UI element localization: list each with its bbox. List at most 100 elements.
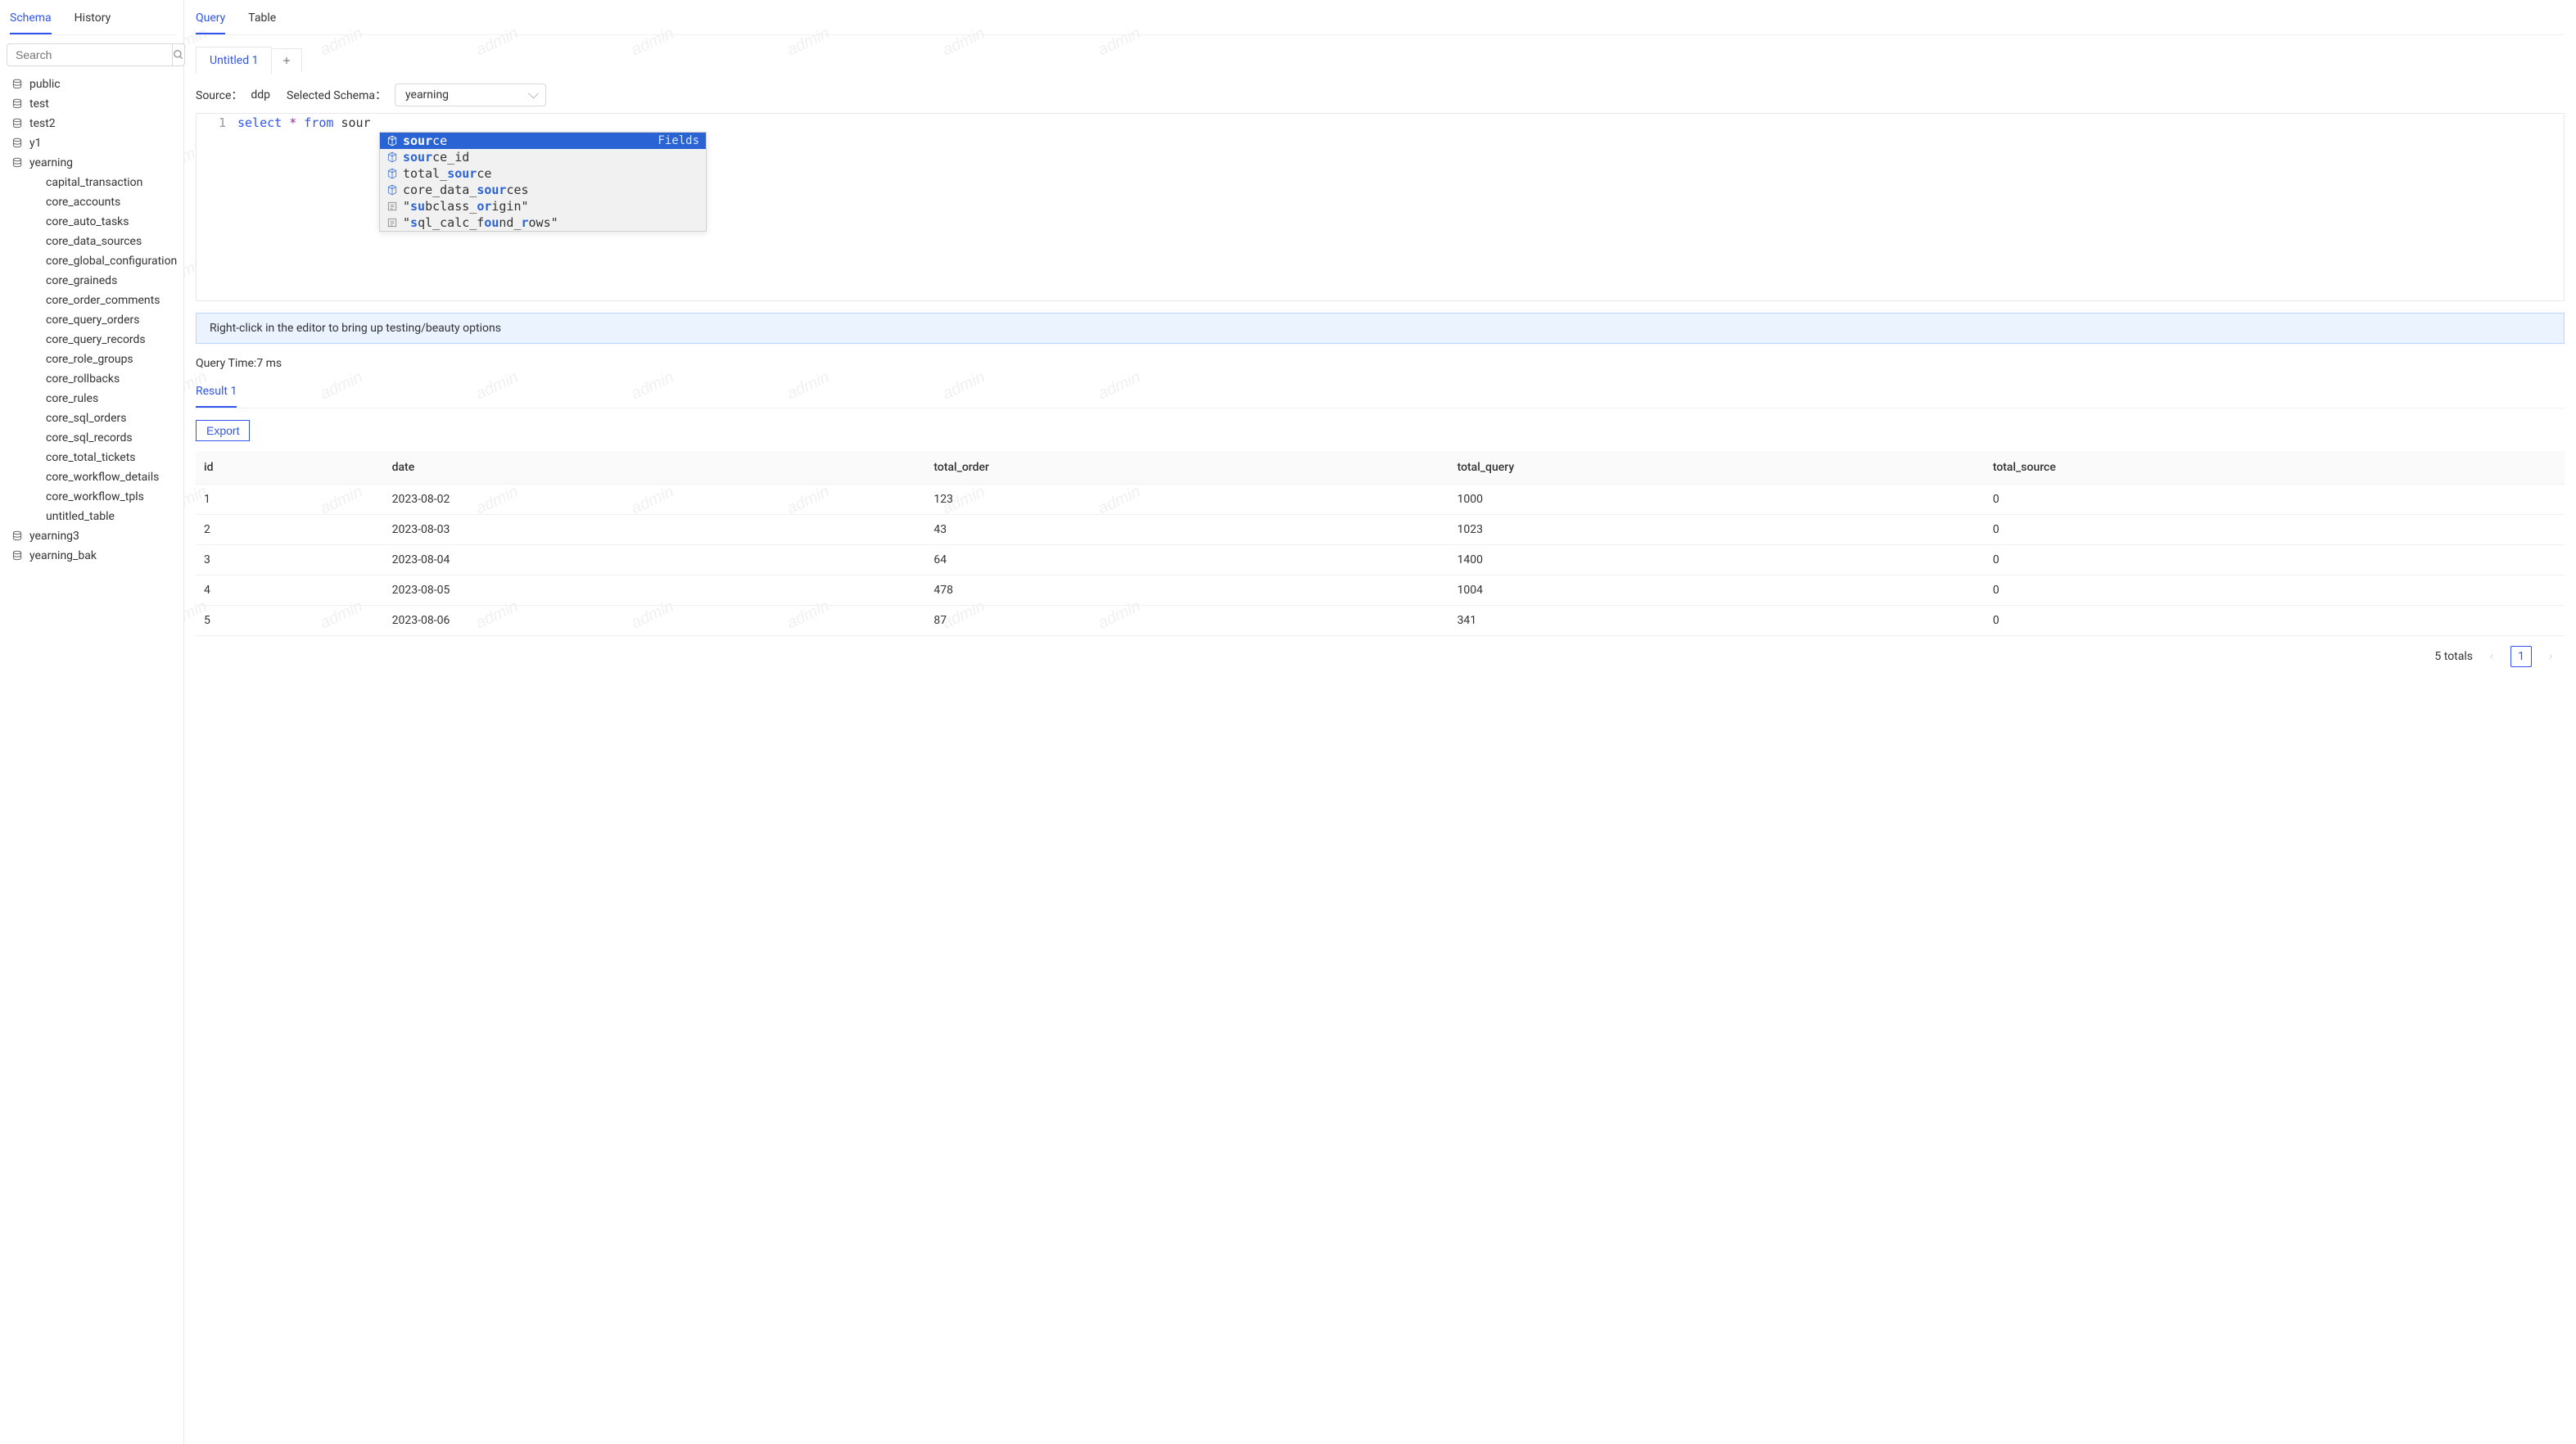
export-button[interactable]: Export xyxy=(196,420,250,441)
autocomplete-text: source_id xyxy=(403,150,469,165)
text-icon xyxy=(386,201,398,212)
table-item[interactable]: core_query_records xyxy=(7,330,177,350)
autocomplete-text: total_source xyxy=(403,166,491,181)
db-item[interactable]: test xyxy=(7,94,177,114)
cell: 2023-08-06 xyxy=(384,606,926,636)
result-tab-1[interactable]: Result 1 xyxy=(196,381,237,408)
table-row: 22023-08-034310230 xyxy=(196,515,2565,545)
cell: 2023-08-02 xyxy=(384,485,926,515)
autocomplete-item[interactable]: source_id xyxy=(380,149,706,165)
plus-icon xyxy=(282,56,291,65)
sql-editor[interactable]: 1 select * from sour sourceFieldssource_… xyxy=(196,113,2565,301)
db-name: yearning_bak xyxy=(29,549,97,562)
table-item[interactable]: core_workflow_tpls xyxy=(7,487,177,507)
table-name: core_global_configuration xyxy=(46,255,177,268)
column-header[interactable]: total_query xyxy=(1449,451,1985,485)
column-header[interactable]: total_order xyxy=(925,451,1448,485)
page-number[interactable]: 1 xyxy=(2510,646,2532,667)
field-icon xyxy=(386,151,398,163)
search-button[interactable] xyxy=(172,43,185,66)
tab-query[interactable]: Query xyxy=(196,7,225,34)
table-name: core_query_records xyxy=(46,333,146,346)
table-item[interactable]: core_total_tickets xyxy=(7,448,177,467)
autocomplete-text: "subclass_origin" xyxy=(403,199,529,214)
schema-value: yearning xyxy=(405,88,449,102)
table-item[interactable]: core_rules xyxy=(7,389,177,408)
table-item[interactable]: core_auto_tasks xyxy=(7,212,177,232)
table-item[interactable]: core_workflow_details xyxy=(7,467,177,487)
table-item[interactable]: core_sql_orders xyxy=(7,408,177,428)
autocomplete-item[interactable]: "sql_calc_found_rows" xyxy=(380,214,706,231)
table-item[interactable]: core_data_sources xyxy=(7,232,177,251)
column-header[interactable]: id xyxy=(196,451,384,485)
cell: 341 xyxy=(1449,606,1985,636)
table-name: core_workflow_details xyxy=(46,471,159,484)
chevron-right-icon xyxy=(2547,652,2555,661)
db-item[interactable]: yearning_bak xyxy=(7,546,177,566)
cell: 43 xyxy=(925,515,1448,545)
table-item[interactable]: core_global_configuration xyxy=(7,251,177,271)
table-item[interactable]: untitled_table xyxy=(7,507,177,526)
text-icon xyxy=(386,217,398,228)
cell: 0 xyxy=(1985,575,2565,606)
table-row: 32023-08-046414000 xyxy=(196,545,2565,575)
table-name: core_sql_orders xyxy=(46,412,126,425)
table-item[interactable]: core_rollbacks xyxy=(7,369,177,389)
schema-select[interactable]: yearning xyxy=(395,83,546,106)
table-item[interactable]: core_sql_records xyxy=(7,428,177,448)
cell: 4 xyxy=(196,575,384,606)
sidebar: Schema History publictesttest2y1yearning… xyxy=(0,0,184,1444)
database-icon xyxy=(11,98,23,110)
prev-page[interactable] xyxy=(2481,646,2502,667)
table-item[interactable]: core_order_comments xyxy=(7,291,177,310)
table-name: core_auto_tasks xyxy=(46,215,129,228)
cell: 478 xyxy=(925,575,1448,606)
pagination: 5 totals 1 xyxy=(196,636,2565,677)
search-icon xyxy=(173,49,184,61)
db-item[interactable]: yearning3 xyxy=(7,526,177,546)
db-item[interactable]: y1 xyxy=(7,133,177,153)
db-item[interactable]: test2 xyxy=(7,114,177,133)
db-item[interactable]: yearning xyxy=(7,153,177,173)
table-item[interactable]: core_graineds xyxy=(7,271,177,291)
db-name: test xyxy=(29,97,49,111)
autocomplete-text: core_data_sources xyxy=(403,183,529,197)
database-icon xyxy=(11,530,23,542)
cell: 1400 xyxy=(1449,545,1985,575)
tab-table[interactable]: Table xyxy=(248,7,276,34)
source-row: Source： ddp Selected Schema： yearning xyxy=(196,83,2565,106)
search-input[interactable] xyxy=(7,43,172,66)
tab-schema[interactable]: Schema xyxy=(10,11,52,34)
cell: 0 xyxy=(1985,545,2565,575)
cell: 123 xyxy=(925,485,1448,515)
cell: 2023-08-04 xyxy=(384,545,926,575)
column-header[interactable]: total_source xyxy=(1985,451,2565,485)
code-line[interactable]: select * from sour xyxy=(237,114,371,132)
autocomplete-item[interactable]: core_data_sources xyxy=(380,182,706,198)
table-item[interactable]: core_role_groups xyxy=(7,350,177,369)
autocomplete-item[interactable]: sourceFields xyxy=(380,133,706,149)
column-header[interactable]: date xyxy=(384,451,926,485)
add-query-tab[interactable] xyxy=(272,48,302,72)
cell: 2023-08-05 xyxy=(384,575,926,606)
sidebar-tabs: Schema History xyxy=(7,7,177,34)
table-row: 52023-08-06873410 xyxy=(196,606,2565,636)
cell: 3 xyxy=(196,545,384,575)
table-item[interactable]: core_accounts xyxy=(7,192,177,212)
main: Query Table Untitled 1 Source： ddp Selec… xyxy=(184,0,2576,1444)
next-page[interactable] xyxy=(2540,646,2561,667)
divider xyxy=(7,34,177,35)
table-name: core_total_tickets xyxy=(46,451,136,464)
result-table: iddatetotal_ordertotal_querytotal_source… xyxy=(196,451,2565,636)
autocomplete-item[interactable]: "subclass_origin" xyxy=(380,198,706,214)
cell: 1000 xyxy=(1449,485,1985,515)
db-name: test2 xyxy=(29,117,56,130)
query-tab-untitled[interactable]: Untitled 1 xyxy=(196,47,272,74)
chevron-left-icon xyxy=(2488,652,2496,661)
db-item[interactable]: public xyxy=(7,74,177,94)
table-item[interactable]: capital_transaction xyxy=(7,173,177,192)
result-tabs: Result 1 xyxy=(196,381,2565,408)
autocomplete-item[interactable]: total_source xyxy=(380,165,706,182)
tab-history[interactable]: History xyxy=(75,11,111,34)
table-item[interactable]: core_query_orders xyxy=(7,310,177,330)
